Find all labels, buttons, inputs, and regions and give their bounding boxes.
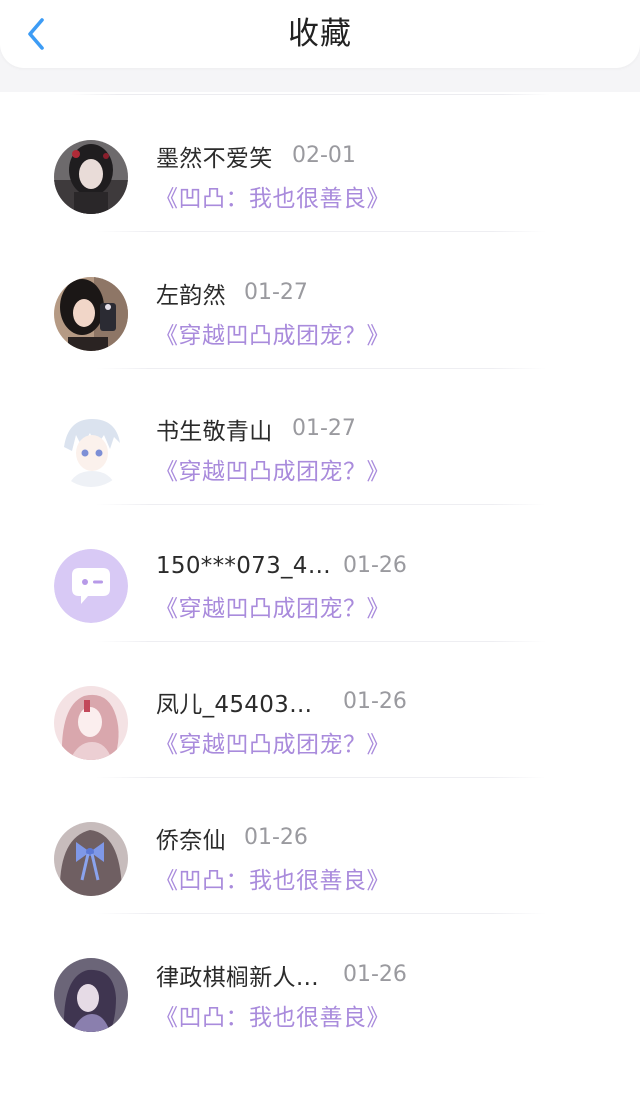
book-title-link[interactable]: 《穿越凹凸成团宠？》 [155,455,390,489]
book-title-link[interactable]: 《穿越凹凸成团宠？》 [155,728,390,762]
favorite-date: 02-01 [292,143,356,168]
divider [96,504,546,505]
favorite-date: 01-27 [244,280,308,305]
avatar[interactable] [54,686,128,760]
book-title-link[interactable]: 《凹凸：我也很善良》 [155,182,390,216]
list-top-divider [70,94,550,95]
list-item[interactable]: 凤儿_45403… 01-26 《穿越凹凸成团宠？》 [0,685,640,821]
book-title-link[interactable]: 《凹凸：我也很善良》 [155,1001,390,1035]
back-button[interactable] [16,12,56,56]
avatar[interactable] [54,822,128,896]
list-item[interactable]: 墨然不爱笑 02-01 《凹凸：我也很善良》 [0,139,640,275]
list-item[interactable]: 侨奈仙 01-26 《凹凸：我也很善良》 [0,821,640,957]
avatar[interactable] [54,413,128,487]
favorite-date: 01-26 [244,825,308,850]
user-name[interactable]: 书生敬青山 [156,412,273,446]
user-name[interactable]: 150***073_4… [156,553,331,579]
page-title: 收藏 [288,16,352,52]
user-name[interactable]: 左韵然 [156,276,226,310]
book-title-link[interactable]: 《凹凸：我也很善良》 [155,864,390,898]
list-item[interactable]: 书生敬青山 01-27 《穿越凹凸成团宠？》 [0,412,640,548]
nav-header: 收藏 [0,0,640,68]
chevron-left-icon [28,18,44,50]
name-row: 侨奈仙 [156,821,596,855]
favorite-date: 01-26 [343,553,407,578]
list-item[interactable]: 律政棋榈新人… 01-26 《凹凸：我也很善良》 [0,958,640,1094]
book-title-link[interactable]: 《穿越凹凸成团宠？》 [155,592,390,626]
name-row: 左韵然 [156,276,596,310]
divider [96,231,546,232]
book-title-link[interactable]: 《穿越凹凸成团宠？》 [155,319,390,353]
divider [96,641,546,642]
default-chat-avatar-icon[interactable] [54,549,128,623]
user-name[interactable]: 凤儿_45403… [156,685,312,719]
avatar[interactable] [54,958,128,1032]
divider [96,913,546,914]
favorite-date: 01-26 [343,689,407,714]
name-row: 墨然不爱笑 [156,139,596,173]
favorite-date: 01-27 [292,416,356,441]
avatar[interactable] [54,140,128,214]
list-item[interactable]: 左韵然 01-27 《穿越凹凸成团宠？》 [0,276,640,412]
avatar[interactable] [54,277,128,351]
divider [96,368,546,369]
divider [96,777,546,778]
user-name[interactable]: 律政棋榈新人… [156,958,319,992]
favorite-date: 01-26 [343,962,407,987]
user-name[interactable]: 墨然不爱笑 [156,139,273,173]
user-name[interactable]: 侨奈仙 [156,821,226,855]
list-item[interactable]: 150***073_4… 01-26 《穿越凹凸成团宠？》 [0,549,640,685]
name-row: 书生敬青山 [156,412,596,446]
